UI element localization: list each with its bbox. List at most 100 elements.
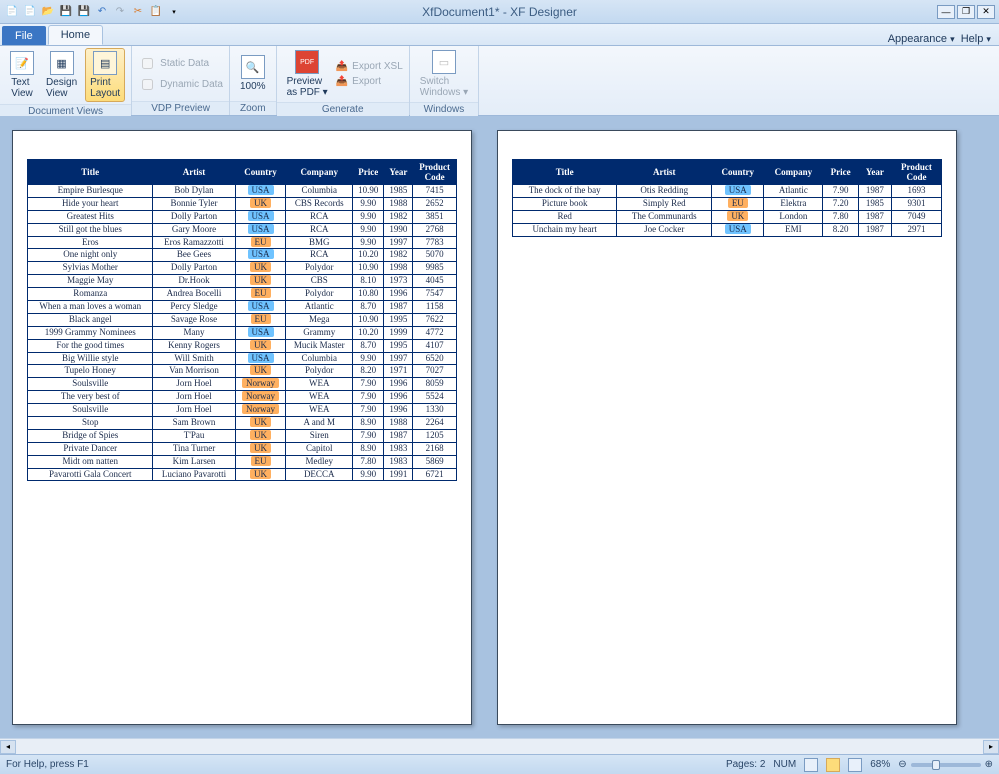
cell: Capitol <box>286 442 353 455</box>
cell: Bee Gees <box>153 249 235 262</box>
dynamic-data-checkbox: Dynamic Data <box>138 75 223 94</box>
cell: WEA <box>286 378 353 391</box>
cell-country: UK <box>235 417 286 430</box>
cell: Atlantic <box>286 301 353 314</box>
cell: The very best of <box>28 391 153 404</box>
cell-country: UK <box>235 429 286 442</box>
minimize-button[interactable]: — <box>937 5 955 19</box>
print-layout-button[interactable]: ▤Print Layout <box>85 48 125 102</box>
cell: 7.90 <box>823 185 859 198</box>
design-view-button[interactable]: ▦Design View <box>42 49 81 101</box>
cell: 9301 <box>891 197 941 210</box>
tab-home[interactable]: Home <box>48 25 103 45</box>
redo-icon[interactable]: ↷ <box>112 4 128 20</box>
cell: 7.90 <box>353 391 384 404</box>
cell: 1990 <box>384 223 413 236</box>
cell-country: UK <box>235 339 286 352</box>
cell-country: UK <box>235 365 286 378</box>
qat-dropdown-icon[interactable]: ▾ <box>166 4 182 20</box>
document-canvas[interactable]: TitleArtistCountryCompanyPriceYearProduc… <box>0 116 999 738</box>
cell: Columbia <box>286 352 353 365</box>
view-mode-1[interactable] <box>804 758 818 772</box>
cell: 6721 <box>413 468 457 481</box>
cell: Tupelo Honey <box>28 365 153 378</box>
cell-country: Norway <box>235 378 286 391</box>
cell: Mucik Master <box>286 339 353 352</box>
cell: 1982 <box>384 249 413 262</box>
cell: 8.20 <box>353 365 384 378</box>
cell: 9.90 <box>353 197 384 210</box>
tab-file[interactable]: File <box>2 26 46 45</box>
cell: 8.10 <box>353 275 384 288</box>
cell: Savage Rose <box>153 313 235 326</box>
col-header: Artist <box>617 160 712 185</box>
cell: Columbia <box>286 185 353 198</box>
paste-icon[interactable]: 📋 <box>148 4 164 20</box>
zoom-slider[interactable]: ⊖ ⊕ <box>898 759 993 770</box>
group-label-vdp: VDP Preview <box>132 101 229 115</box>
cell-country: UK <box>235 197 286 210</box>
cell: Tina Turner <box>153 442 235 455</box>
preview-pdf-button[interactable]: PDFPreview as PDF ▾ <box>283 48 332 100</box>
col-header: ProductCode <box>413 160 457 185</box>
cell: 8.70 <box>353 301 384 314</box>
ribbon: 📝Text View ▦Design View ▤Print Layout Do… <box>0 46 999 116</box>
cut-icon[interactable]: ✂ <box>130 4 146 20</box>
cell-country: UK <box>235 442 286 455</box>
restore-button[interactable]: ❐ <box>957 5 975 19</box>
table-row: Unchain my heartJoe CockerUSAEMI8.201987… <box>513 223 942 236</box>
cell-country: EU <box>235 313 286 326</box>
zoom-icon: 🔍 <box>241 55 265 79</box>
table-row: Sylvias MotherDolly PartonUKPolydor10.90… <box>28 262 457 275</box>
table-row: SoulsvilleJorn HoelNorwayWEA7.9019961330 <box>28 404 457 417</box>
col-header: Title <box>513 160 617 185</box>
table-row: Black angelSavage RoseEUMega10.901995762… <box>28 313 457 326</box>
zoom-button[interactable]: 🔍100% <box>236 53 270 94</box>
cell: 10.90 <box>353 313 384 326</box>
cell: 9.90 <box>353 210 384 223</box>
table-row: Empire BurlesqueBob DylanUSAColumbia10.9… <box>28 185 457 198</box>
cell: 7547 <box>413 288 457 301</box>
static-data-checkbox: Static Data <box>138 54 223 73</box>
cell: 1983 <box>384 455 413 468</box>
cell: Romanza <box>28 288 153 301</box>
pdf-icon: PDF <box>295 50 319 74</box>
text-view-button[interactable]: 📝Text View <box>6 49 38 101</box>
cell: 7.20 <box>823 197 859 210</box>
cell: 1982 <box>384 210 413 223</box>
cell: Mega <box>286 313 353 326</box>
undo-icon[interactable]: ↶ <box>94 4 110 20</box>
zoom-in-icon[interactable]: ⊕ <box>985 759 993 770</box>
cell: 10.90 <box>353 262 384 275</box>
cell-country: UK <box>235 262 286 275</box>
view-mode-2[interactable] <box>826 758 840 772</box>
cell: EMI <box>764 223 823 236</box>
cell: 4045 <box>413 275 457 288</box>
table-row: RomanzaAndrea BocelliEUPolydor10.8019967… <box>28 288 457 301</box>
new-icon[interactable]: 📄 <box>22 4 38 20</box>
open-icon[interactable]: 📂 <box>40 4 56 20</box>
cell: 7622 <box>413 313 457 326</box>
saveall-icon[interactable]: 💾 <box>76 4 92 20</box>
close-button[interactable]: ✕ <box>977 5 995 19</box>
cell: 1996 <box>384 404 413 417</box>
appearance-link[interactable]: Appearance ▾ <box>888 33 955 45</box>
cell: RCA <box>286 210 353 223</box>
scroll-right-icon[interactable]: ▸ <box>983 740 999 754</box>
table-row: Big Willie styleWill SmithUSAColumbia9.9… <box>28 352 457 365</box>
cell: Simply Red <box>617 197 712 210</box>
view-mode-3[interactable] <box>848 758 862 772</box>
cell: 1205 <box>413 429 457 442</box>
cell: Polydor <box>286 262 353 275</box>
col-header: Artist <box>153 160 235 185</box>
table-row: Midt om nattenKim LarsenEUMedley7.801983… <box>28 455 457 468</box>
zoom-out-icon[interactable]: ⊖ <box>898 759 906 770</box>
scroll-left-icon[interactable]: ◂ <box>0 740 16 754</box>
table-row: Picture bookSimply RedEUElektra7.2019859… <box>513 197 942 210</box>
help-link[interactable]: Help ▾ <box>961 33 991 45</box>
save-icon[interactable]: 💾 <box>58 4 74 20</box>
cell: 5070 <box>413 249 457 262</box>
cell: 1998 <box>384 262 413 275</box>
cell: Van Morrison <box>153 365 235 378</box>
horizontal-scrollbar[interactable]: ◂ ▸ <box>0 738 999 754</box>
